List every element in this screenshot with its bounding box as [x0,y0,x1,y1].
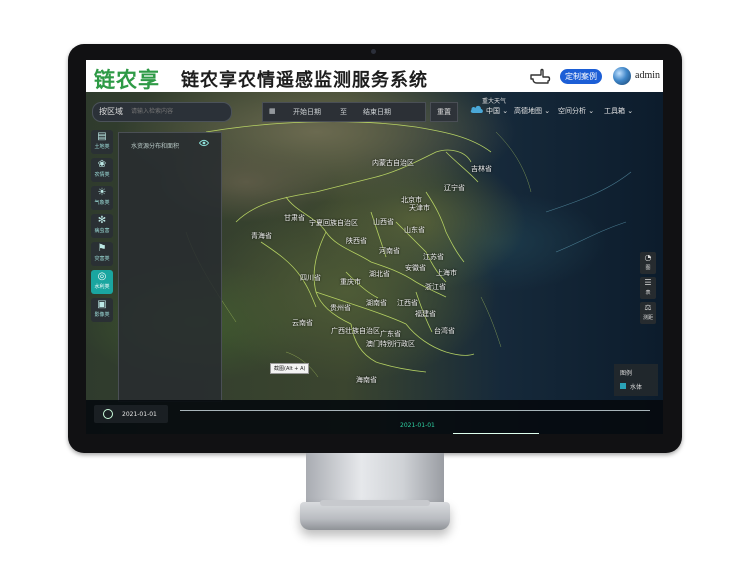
province-label: 重庆市 [340,278,361,286]
measure-icon: ⚖ [644,303,652,312]
legend-title: 图例 [620,370,633,377]
monitor-frame: 链农享 链农享农情遥感监测服务系统 定制案例 admin 内蒙古自治区 吉林省 … [68,44,682,453]
province-label: 河南省 [379,247,400,255]
region-menu[interactable]: 中国 ⌄ [486,106,508,116]
province-label: 福建省 [415,310,436,318]
app-title: 链农享农情遥感监测服务系统 [181,70,428,90]
pointing-hand-icon[interactable] [529,66,551,86]
monitor-stand-neck [306,453,444,503]
water-icon: ◎ [97,271,107,282]
camera-dot [371,49,376,54]
region-menu-label: 中国 [486,107,500,115]
chevron-down-icon: ⌄ [502,107,509,115]
province-label: 广西壮族自治区 [331,327,380,335]
province-label: 山东省 [404,226,425,234]
province-label: 内蒙古自治区 [372,159,414,167]
eye-icon[interactable] [199,139,209,147]
category-toolbar: ▤ 土地类 ❀ 农情类 ☀ 气象类 ✻ 病虫害 ⚑ 灾害类 ◎ 水利类 ▣ 影像类 [91,130,115,322]
app-screen: 链农享 链农享农情遥感监测服务系统 定制案例 admin 内蒙古自治区 吉林省 … [86,60,663,434]
screenshot-tooltip: 截图(Alt + A) [270,363,310,374]
clock-icon [103,409,113,419]
reset-button[interactable]: 重置 [430,102,458,122]
map-legend: 图例 水体 [614,364,658,396]
timeline-progress [453,433,539,434]
tool-pest[interactable]: ✻ 病虫害 [91,214,113,238]
province-label: 海南省 [356,376,377,384]
tool-weather[interactable]: ☀ 气象类 [91,186,113,210]
chevron-down-icon: ⌄ [588,107,595,115]
date-range-picker[interactable]: ▦ 开始日期 至 结束日期 [262,102,426,122]
province-label: 浙江省 [425,283,446,291]
pest-icon: ✻ [97,215,107,226]
tool-crop[interactable]: ❀ 农情类 [91,158,113,182]
province-label: 辽宁省 [444,184,465,192]
province-label: 四川省 [300,274,321,282]
legend-swatch-water [620,383,626,389]
chart-tool[interactable]: ◔ 图 [640,252,656,274]
basemap-menu[interactable]: 高德地图 ⌄ [514,106,550,116]
province-label: 贵州省 [330,304,351,312]
province-label: 江西省 [397,299,418,307]
province-label: 上海市 [436,269,457,277]
weather-icon: ☀ [97,187,107,198]
avatar[interactable] [613,67,631,85]
cloud-icon [470,105,483,113]
username[interactable]: admin [635,70,660,81]
province-label: 青海省 [251,232,272,240]
spatial-menu[interactable]: 空间分析 ⌄ [558,106,594,116]
province-label: 台湾省 [434,327,455,335]
tool-disaster[interactable]: ⚑ 灾害类 [91,242,113,266]
app-header: 链农享 链农享农情遥感监测服务系统 定制案例 admin [86,60,663,92]
province-label: 陕西省 [346,237,367,245]
province-label: 宁夏回族自治区 [309,219,358,227]
image-icon: ▣ [97,299,107,310]
land-icon: ▤ [97,131,107,142]
province-label: 安徽省 [405,264,426,272]
weather-top-label: 重大天气 [482,98,507,105]
province-label: 甘肃省 [284,214,305,222]
province-label: 湖南省 [366,299,387,307]
province-label: 云南省 [292,319,313,327]
custom-case-button[interactable]: 定制案例 [560,69,602,84]
timeline-track[interactable] [180,410,650,411]
tool-land[interactable]: ▤ 土地类 [91,130,113,154]
region-select[interactable]: 按区域 [99,106,123,117]
basemap-menu-label: 高德地图 [514,107,542,115]
list-icon: ☰ [644,278,652,287]
province-label: 湖北省 [369,270,390,278]
province-label: 吉林省 [471,165,492,173]
measure-tool[interactable]: ⚖ 测距 [640,302,656,324]
layer-panel: 水资源分布和面积 [118,132,222,402]
date-separator: 至 [340,108,347,116]
start-date[interactable]: 开始日期 [293,107,321,117]
province-label: 天津市 [409,204,430,212]
region-search[interactable]: 按区域 [92,102,232,122]
app-logo[interactable]: 链农享 [94,64,160,94]
province-label: 江苏省 [423,253,444,261]
tools-menu[interactable]: 工具箱 ⌄ [604,106,633,116]
crop-icon: ❀ [97,159,107,170]
layer-item-water[interactable]: 水资源分布和面积 [131,141,179,150]
tool-image[interactable]: ▣ 影像类 [91,298,113,322]
search-input[interactable] [129,104,229,120]
chevron-down-icon: ⌄ [544,107,551,115]
calendar-icon: ▦ [269,107,276,115]
monitor-stand-base [300,500,450,530]
timeline-current-date: 2021-01-01 [400,422,435,429]
pie-icon: ◔ [644,253,652,262]
spatial-menu-label: 空间分析 [558,107,586,115]
legend-label-water: 水体 [630,384,643,391]
province-label: 广东省 [380,330,401,338]
timeline-date: 2021-01-01 [122,411,157,418]
end-date[interactable]: 结束日期 [363,107,391,117]
timeline-bar: 2021-01-01 2021-01-01 [86,400,663,434]
tools-menu-label: 工具箱 [604,107,625,115]
table-tool[interactable]: ☰ 表 [640,277,656,299]
tool-water[interactable]: ◎ 水利类 [91,270,113,294]
province-label: 山西省 [373,218,394,226]
chevron-down-icon: ⌄ [627,107,634,115]
province-label: 澳门特别行政区 [366,340,415,348]
disaster-icon: ⚑ [97,243,107,254]
